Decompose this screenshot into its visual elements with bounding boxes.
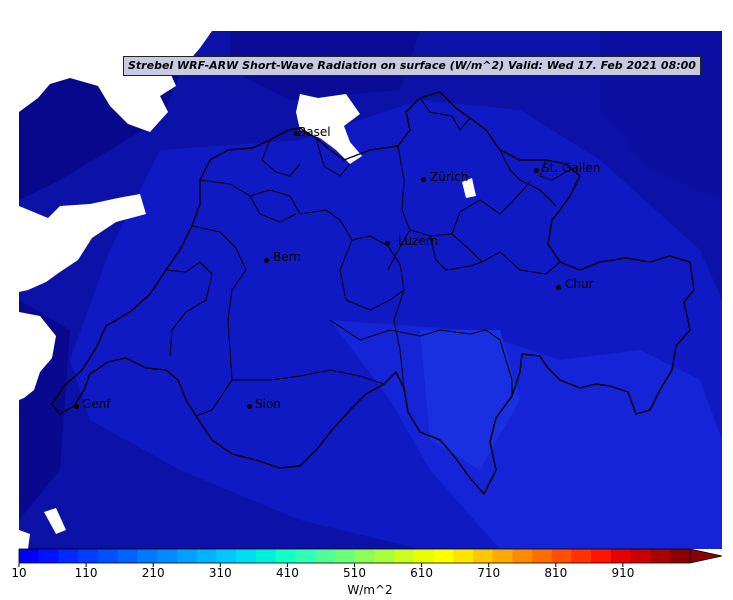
colorbar-swatch: [315, 549, 336, 563]
colorbar-swatch: [492, 549, 513, 563]
colorbar-swatch: [571, 549, 592, 563]
colorbar-swatch: [196, 549, 217, 563]
city-label-luzern: Luzern: [398, 234, 439, 248]
colorbar-swatch: [413, 549, 434, 563]
colorbar-swatch: [433, 549, 454, 563]
colorbar-swatch: [472, 549, 494, 563]
colorbar-swatch: [97, 549, 119, 563]
colorbar-tick-label: 110: [74, 566, 98, 580]
colorbar-swatch: [157, 549, 178, 563]
colorbar-swatch: [611, 549, 632, 563]
city-dot-zurich: [421, 177, 426, 182]
colorbar-tick-label: 210: [141, 566, 165, 580]
radiation-field: [19, 31, 722, 549]
colorbar-swatch: [78, 549, 99, 563]
colorbar-swatch: [453, 549, 474, 563]
colorbar-swatch: [354, 549, 375, 563]
colorbar-tick-label: 810: [544, 566, 568, 580]
colorbar-tick-label: 710: [477, 566, 501, 580]
colorbar-swatch: [551, 549, 573, 563]
colorbar-swatch: [58, 549, 79, 563]
colorbar-swatch: [275, 549, 296, 563]
colorbar-swatch: [334, 549, 355, 563]
colorbar-tick-label: 10: [11, 566, 27, 580]
city-label-chur: Chur: [565, 277, 594, 291]
map-title: Strebel WRF-ARW Short-Wave Radiation on …: [123, 56, 701, 76]
city-dot-chur: [556, 285, 561, 290]
colorbar-swatch: [650, 549, 671, 563]
city-label-bern: Bern: [273, 250, 301, 264]
city-label-zurich: Zürich: [430, 170, 469, 184]
colorbar-swatch: [630, 549, 652, 563]
city-label-sion: Sion: [255, 397, 281, 411]
colorbar-swatch: [236, 549, 257, 563]
map-canvas: [19, 31, 722, 549]
colorbar-tick-label: 910: [611, 566, 635, 580]
colorbar-swatch: [532, 549, 553, 563]
city-label-genf: Genf: [82, 397, 111, 411]
city-dot-sion: [247, 404, 252, 409]
colorbar-swatch: [670, 549, 691, 563]
colorbar-swatch: [38, 549, 59, 563]
colorbar-swatch: [374, 549, 395, 563]
colorbar-tick-label: 610: [410, 566, 434, 580]
colorbar-tick-label: 410: [275, 566, 299, 580]
colorbar-unit-label: W/m^2: [347, 583, 393, 597]
colorbar-swatch: [216, 549, 237, 563]
colorbar-swatch: [393, 549, 415, 563]
colorbar-swatch: [117, 549, 138, 563]
city-label-st-gallen: St. Gallen: [542, 161, 601, 175]
city-label-basel: Basel: [298, 125, 331, 139]
colorbar-swatch: [176, 549, 198, 563]
colorbar-tick-label: 310: [208, 566, 232, 580]
city-dot-genf: [74, 404, 79, 409]
city-dot-luzern: [385, 241, 390, 246]
colorbar-tick-label: 510: [343, 566, 366, 580]
city-dot-st-gallen: [534, 168, 539, 173]
colorbar-swatch: [512, 549, 533, 563]
city-dot-bern: [264, 258, 269, 263]
colorbar-extend-arrow: [689, 548, 723, 564]
colorbar-swatch: [19, 549, 40, 563]
colorbar-swatch: [255, 549, 277, 563]
colorbar-swatch: [591, 549, 612, 563]
colorbar-swatch: [137, 549, 158, 563]
colorbar-swatch: [295, 549, 316, 563]
